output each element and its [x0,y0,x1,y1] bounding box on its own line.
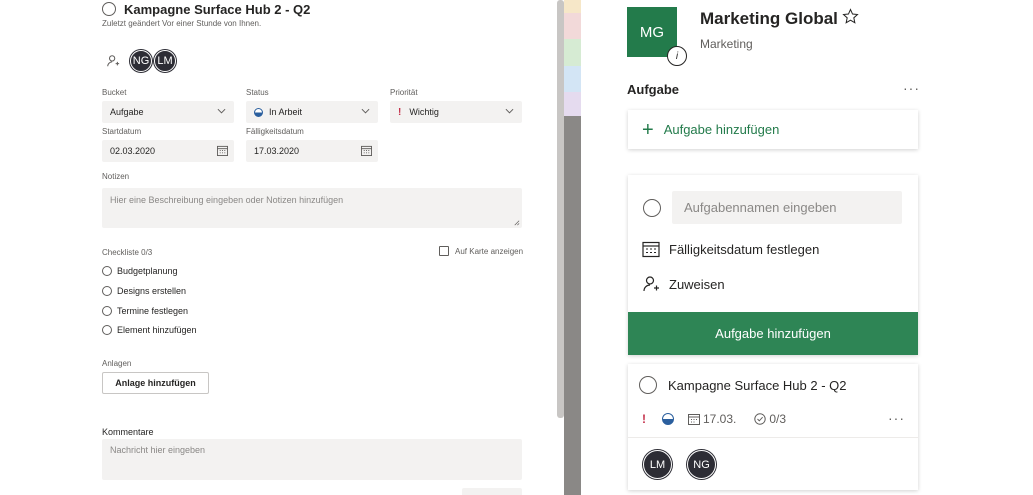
checklist-item-checkbox[interactable] [102,306,112,316]
checklist-item[interactable]: Termine festlegen [102,306,188,316]
strip-block [564,92,581,116]
start-date-value: 02.03.2020 [110,146,156,156]
strip-block [564,0,581,13]
notes-textarea[interactable]: Hier eine Beschreibung eingeben oder Not… [102,188,522,228]
in-progress-icon [254,107,263,117]
bucket-select[interactable]: Aufgabe [102,101,234,123]
bucket-value: Aufgabe [110,107,144,117]
priority-important-icon: ! [398,106,402,118]
comment-placeholder: Nachricht hier eingeben [110,445,206,455]
calendar-icon[interactable] [217,145,228,156]
status-select[interactable]: In Arbeit [246,101,378,123]
group-name: Marketing Global [700,9,838,28]
due-date-label: Fälligkeitsdatum [246,127,304,136]
notes-placeholder: Hier eine Beschreibung eingeben oder Not… [110,195,344,205]
priority-select[interactable]: ! Wichtig [390,101,522,123]
start-date-label: Startdatum [102,127,142,136]
chevron-down-icon [361,108,370,114]
avatar[interactable]: NG [130,50,152,72]
notes-label: Notizen [102,172,130,181]
card-assignees: LM NG [643,450,731,479]
checklist-item-label[interactable]: Designs erstellen [117,286,186,296]
card-complete-circle[interactable] [639,376,657,394]
add-task-button[interactable]: + Aufgabe hinzufügen [628,110,918,149]
scrollbar[interactable] [557,0,564,418]
set-due-date-label: Fälligkeitsdatum festlegen [669,241,820,257]
status-value: In Arbeit [269,107,303,117]
submit-task-button[interactable]: Aufgabe hinzufügen [628,312,918,355]
checklist-label: Checkliste 0/3 [102,248,153,257]
checklist-item[interactable]: Budgetplanung [102,266,178,276]
new-task-form: Fälligkeitsdatum festlegen Zuweisen Aufg… [628,175,918,355]
strip-block [564,13,581,39]
bucket-label: Bucket [102,88,127,97]
show-on-card-checkbox[interactable] [439,246,449,256]
set-due-date-row[interactable]: Fälligkeitsdatum festlegen [642,240,819,258]
chevron-down-icon [217,108,226,114]
plus-icon: + [642,118,654,141]
calendar-icon [688,414,700,425]
checklist-item[interactable]: Designs erstellen [102,286,186,296]
task-name-input[interactable] [672,191,902,224]
checklist-item-label[interactable]: Budgetplanung [117,266,178,276]
card-checklist-count: 0/3 [769,412,787,426]
last-modified-text: Zuletzt geändert Vor einer Stunde von Ih… [102,19,262,28]
calendar-icon[interactable] [361,145,372,156]
send-button[interactable] [462,488,522,495]
checklist-icon [754,413,767,425]
assign-person-icon [643,276,659,292]
bucket-title[interactable]: Aufgabe [627,82,679,97]
show-on-card-label: Auf Karte anzeigen [455,246,524,256]
attachments-label: Anlagen [102,359,132,368]
due-date-input[interactable]: 17.03.2020 [246,140,378,162]
board-panel: MG i Marketing Global Marketing Aufgabe … [581,0,1033,495]
card-more-menu[interactable]: ··· [888,410,905,426]
priority-value: Wichtig [409,107,439,117]
board-divider-strip [564,0,581,495]
add-attachment-button[interactable]: Anlage hinzufügen [102,372,209,394]
show-on-card-toggle[interactable]: Auf Karte anzeigen [439,246,523,256]
strip-block [564,66,581,92]
resize-handle-icon[interactable] [513,219,520,226]
avatar[interactable]: NG [687,450,716,479]
add-checklist-item[interactable]: Element hinzufügen [102,325,197,335]
info-icon[interactable]: i [667,46,687,66]
group-subtitle: Marketing [700,37,753,51]
priority-label: Priorität [390,88,418,97]
checklist-item-checkbox[interactable] [102,286,112,296]
card-due-date: 17.03. [703,412,737,426]
comment-input[interactable]: Nachricht hier eingeben [102,439,522,480]
checklist-item-checkbox[interactable] [102,266,112,276]
assign-row[interactable]: Zuweisen [642,275,725,293]
checklist-item-label[interactable]: Termine festlegen [117,306,188,316]
avatar[interactable]: LM [154,50,176,72]
task-title[interactable]: Kampagne Surface Hub 2 - Q2 [124,2,310,17]
assignees-row: NG LM [106,50,178,72]
card-divider [628,437,918,438]
avatar[interactable]: LM [643,450,672,479]
priority-important-icon: ! [642,412,646,426]
chevron-down-icon [505,108,514,114]
card-title[interactable]: Kampagne Surface Hub 2 - Q2 [668,378,847,393]
in-progress-icon [662,413,674,425]
complete-task-checkbox[interactable] [102,2,116,16]
status-label: Status [246,88,269,97]
new-task-complete-circle[interactable] [643,199,661,217]
task-detail-panel: Kampagne Surface Hub 2 - Q2 Zuletzt geän… [0,0,565,495]
due-date-value: 17.03.2020 [254,146,300,156]
bucket-more-menu[interactable]: ··· [903,80,920,96]
assign-person-icon[interactable] [106,54,120,68]
add-item-circle [102,325,112,335]
star-icon[interactable] [842,8,859,25]
assign-label: Zuweisen [669,276,725,292]
start-date-input[interactable]: 02.03.2020 [102,140,234,162]
card-meta-row: ! 17.03. 0/3 [642,412,786,426]
strip-block [564,39,581,66]
task-card[interactable]: Kampagne Surface Hub 2 - Q2 ! 17.03. 0/3… [628,364,918,490]
add-task-label: Aufgabe hinzufügen [663,122,780,137]
calendar-icon [642,241,660,258]
comments-label: Kommentare [102,427,154,437]
add-checklist-item-input[interactable]: Element hinzufügen [117,325,197,335]
task-title-row: Kampagne Surface Hub 2 - Q2 [102,0,310,18]
